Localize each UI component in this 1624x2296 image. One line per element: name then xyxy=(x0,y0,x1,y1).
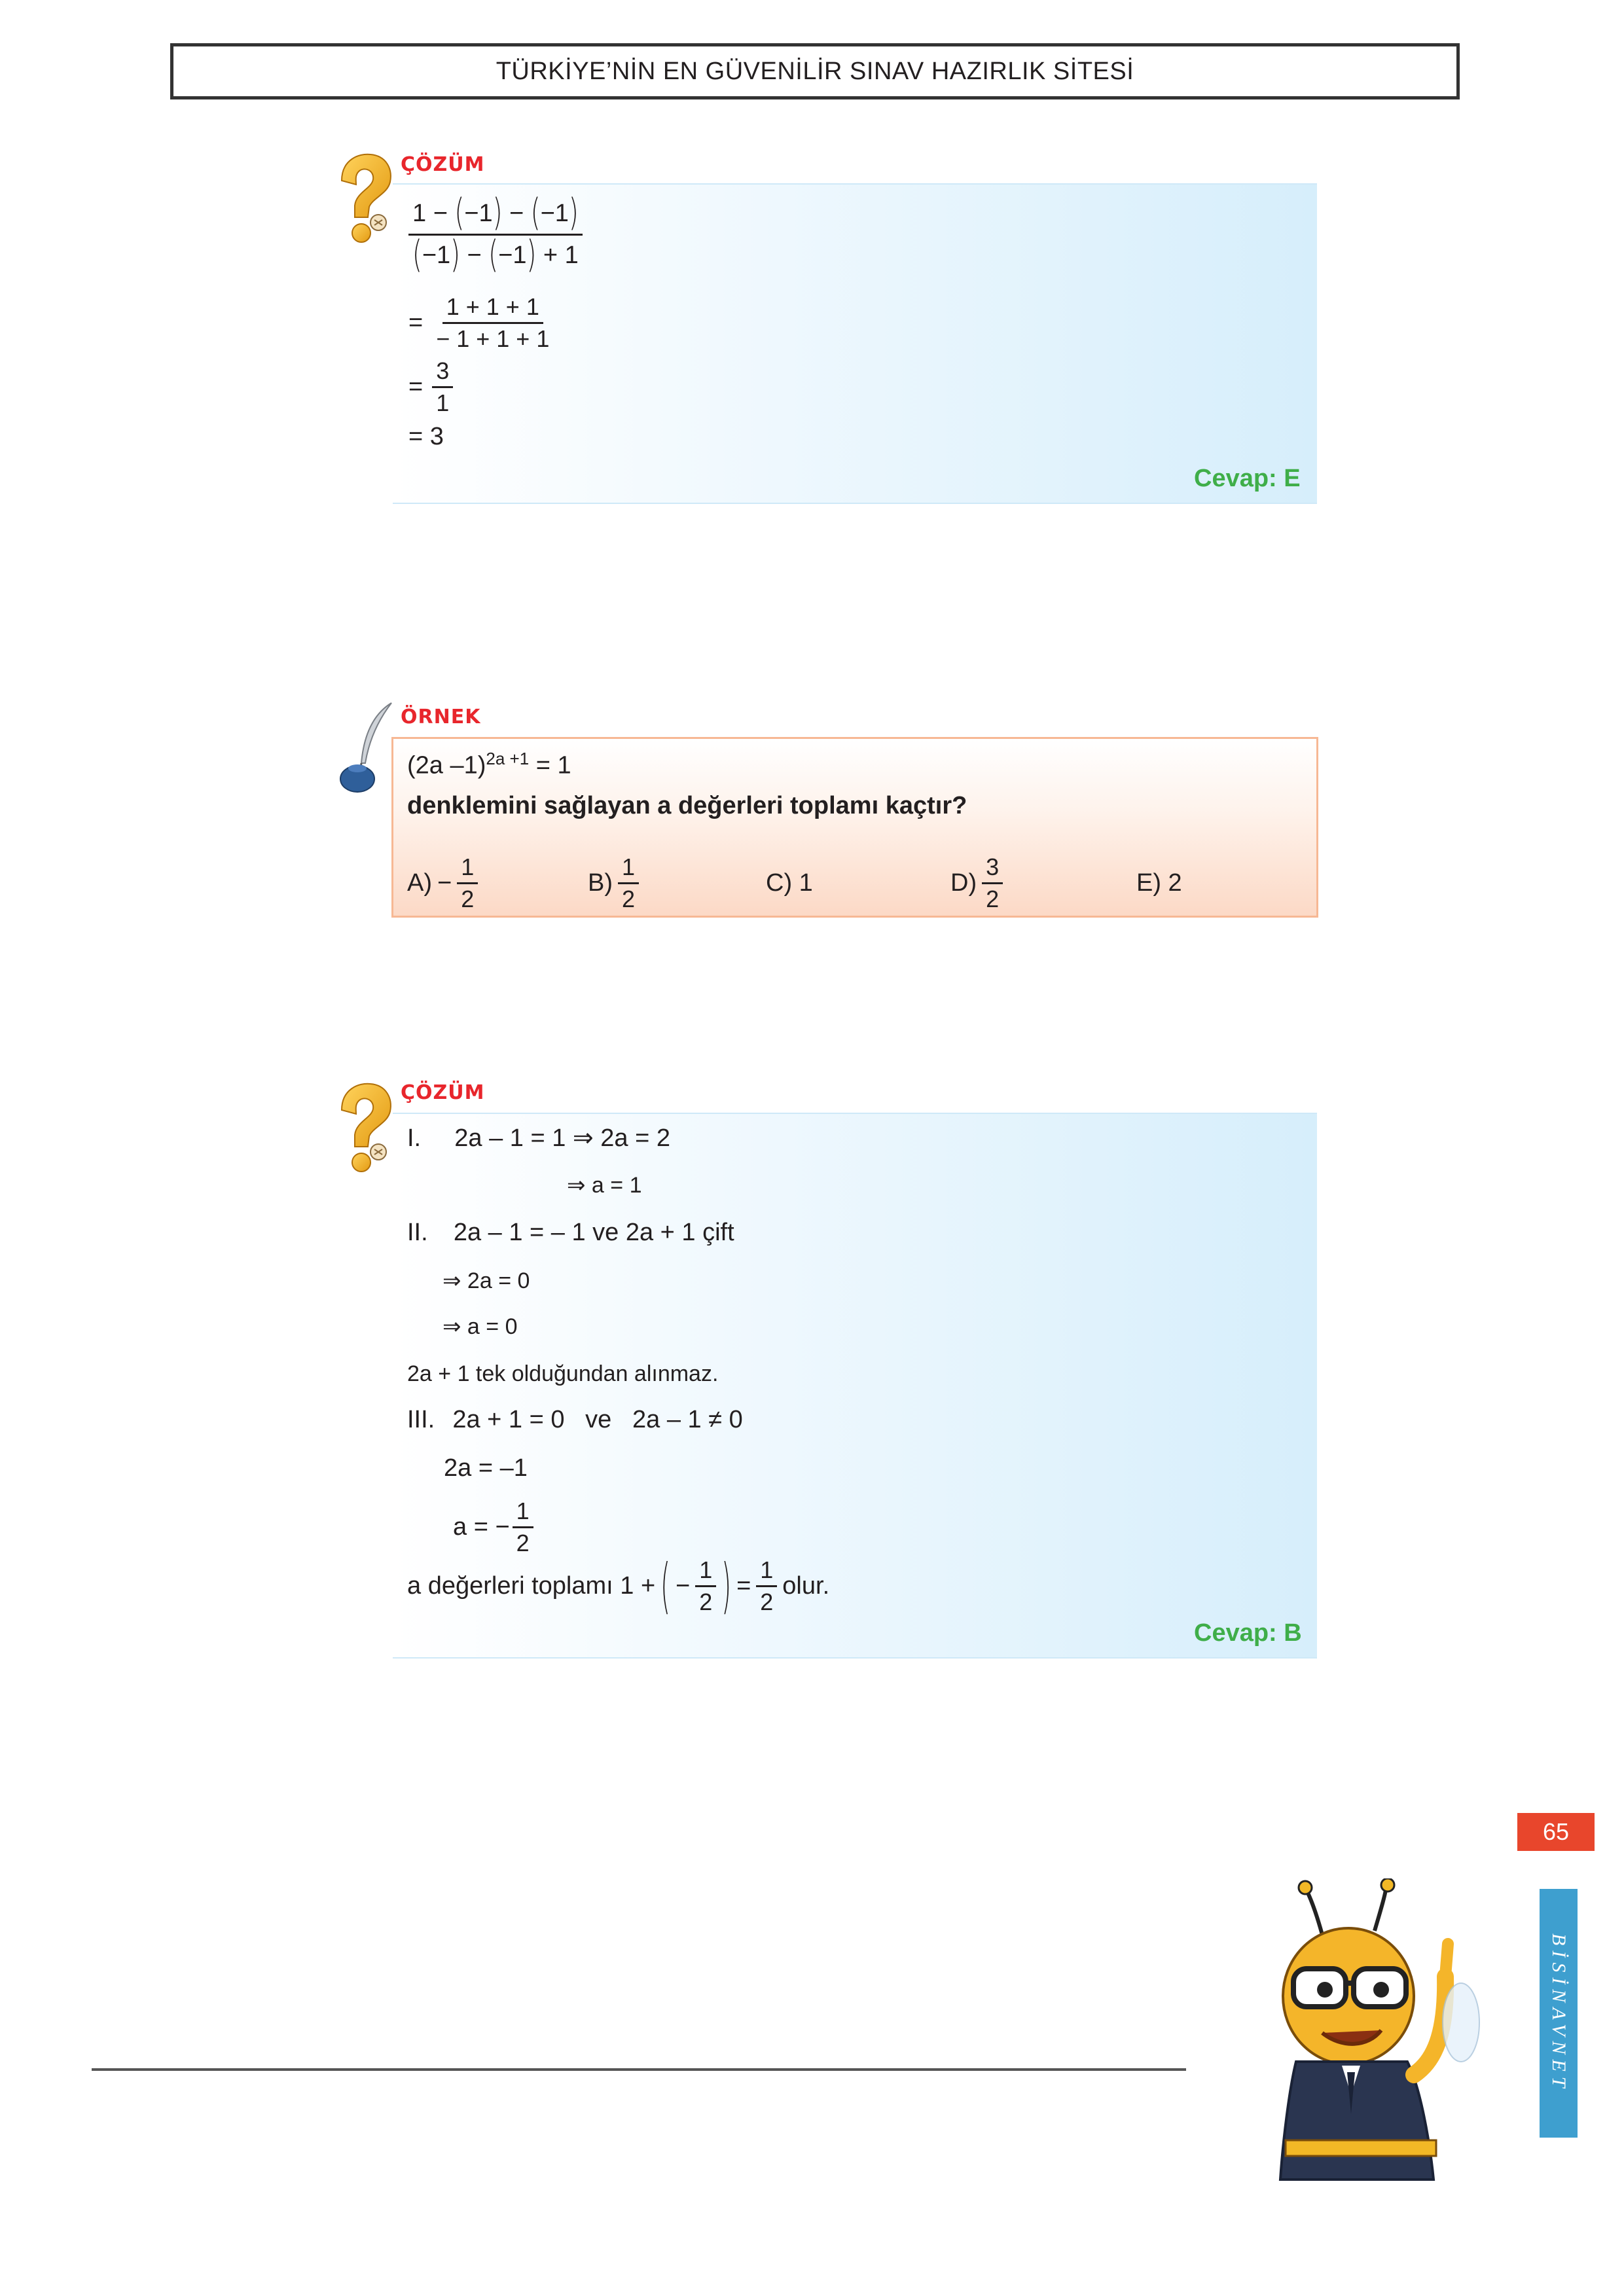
example-label: ÖRNEK xyxy=(401,706,481,728)
answer-text: Cevap: B xyxy=(1194,1619,1302,1647)
solution2-line-10: a değerleri toplamı 1 + ( − 1 2 ) = 1 2 … xyxy=(407,1551,830,1621)
solution2-line-2: ⇒ a = 1 xyxy=(567,1173,642,1198)
answer-text: Cevap: E xyxy=(1194,465,1301,492)
brand-sidebar: BİSİNAVNET xyxy=(1540,1889,1578,2138)
bee-mascot-icon xyxy=(1278,1878,1480,2181)
solution-label: ÇÖZÜM xyxy=(401,1081,485,1104)
solution1-step4: = 3 xyxy=(408,423,444,450)
page-number: 65 xyxy=(1517,1813,1595,1851)
question-mark-icon xyxy=(340,1083,391,1172)
solution2-line-6: 2a + 1 tek olduğundan alınmaz. xyxy=(407,1361,719,1386)
example-question: denklemini sağlayan a değerleri toplamı … xyxy=(407,792,967,819)
solution2-line-4: ⇒ 2a = 0 xyxy=(442,1268,530,1293)
solution1-step3: = 3 1 xyxy=(408,359,454,416)
quill-pen-icon xyxy=(340,702,392,793)
solution2-line-1: I. 2a – 1 = 1 ⇒ 2a = 2 xyxy=(407,1124,671,1152)
choice-b[interactable]: B) 1 2 xyxy=(588,855,640,912)
solution2-line-9: a = − 1 2 xyxy=(453,1499,533,1556)
question-mark-icon xyxy=(340,153,391,243)
solution2-line-5: ⇒ a = 0 xyxy=(442,1314,518,1339)
header-title: TÜRKİYE’NİN EN GÜVENİLİR SINAV HAZIRLIK … xyxy=(496,57,1134,85)
choice-d[interactable]: D) 3 2 xyxy=(950,855,1003,912)
brand-text: BİSİNAVNET xyxy=(1548,1933,1570,2093)
solution1-big-fraction: 1 − (−1) − (−1) (−1) − (−1) + 1 xyxy=(408,193,583,274)
footer-divider xyxy=(92,2068,1186,2071)
solution2-line-8: 2a = –1 xyxy=(444,1454,528,1482)
solution2-line-3: II. 2a – 1 = – 1 ve 2a + 1 çift xyxy=(407,1219,734,1246)
choice-c[interactable]: C) 1 xyxy=(766,870,813,895)
solution-label: ÇÖZÜM xyxy=(401,153,485,176)
solution1-step2: = 1 + 1 + 1 − 1 + 1 + 1 xyxy=(408,293,550,352)
choice-a[interactable]: A) − 1 2 xyxy=(407,855,478,912)
page-header: TÜRKİYE’NİN EN GÜVENİLİR SINAV HAZIRLIK … xyxy=(170,43,1460,99)
choice-e[interactable]: E) 2 xyxy=(1136,870,1182,895)
solution2-line-7: III. 2a + 1 = 0 ve 2a – 1 ≠ 0 xyxy=(407,1406,743,1433)
example-equation: (2a –1)2a +1 = 1 xyxy=(407,749,571,780)
